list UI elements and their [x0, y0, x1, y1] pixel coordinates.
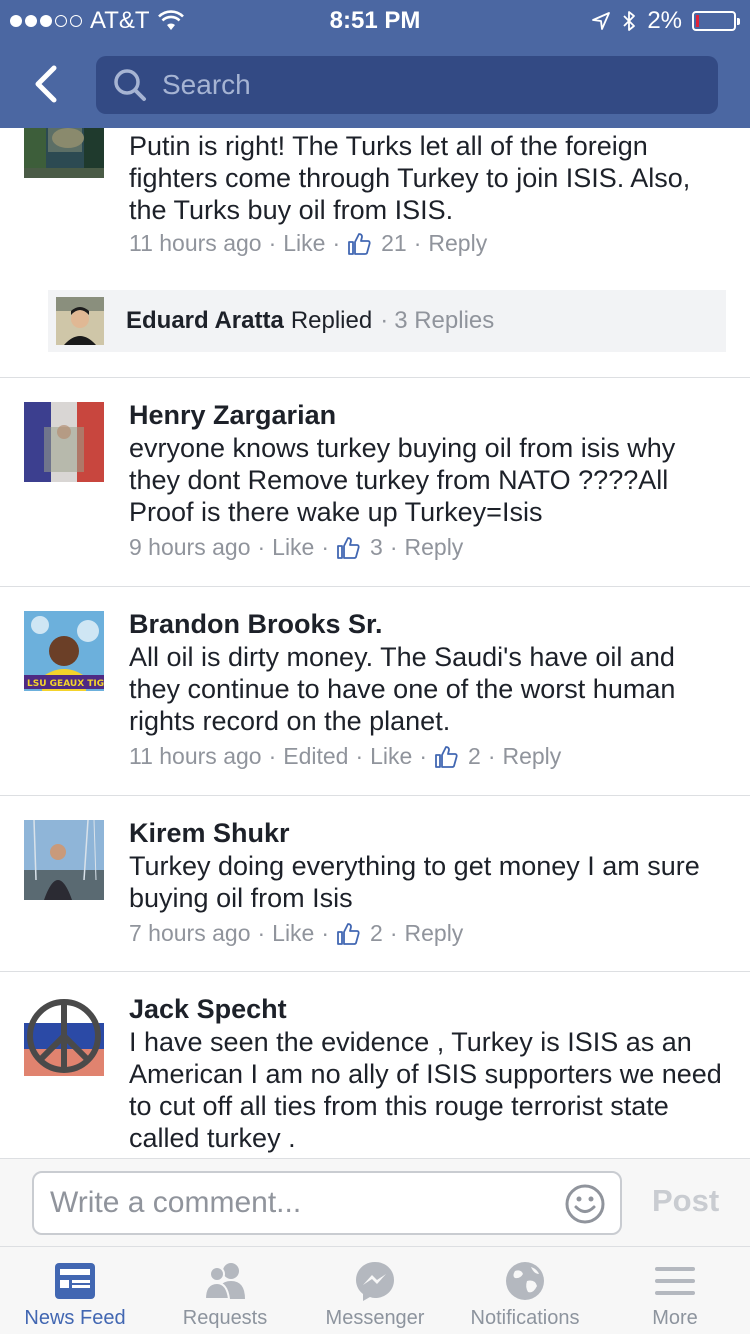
- like-count: 3: [370, 534, 383, 560]
- reply-author[interactable]: Eduard Aratta: [126, 307, 284, 335]
- comment-text: Turkey doing everything to get money I a…: [129, 851, 700, 913]
- comment-item: Jack Specht I have seen the evidence , T…: [0, 972, 750, 1158]
- comment-author[interactable]: Henry Zargarian: [129, 400, 336, 431]
- reply-count-prefix: ·: [380, 307, 389, 334]
- thumbs-up-icon: [348, 232, 371, 255]
- requests-icon: [203, 1263, 245, 1300]
- reply-link[interactable]: Reply: [502, 743, 561, 770]
- comment-item: Putin is right! The Turks let all of the…: [0, 128, 750, 378]
- comment-text: evryone knows turkey buying oil from isi…: [129, 433, 676, 527]
- search-bar[interactable]: Search: [96, 56, 718, 114]
- news-feed-icon: [55, 1263, 95, 1299]
- comment-time: 7 hours ago: [129, 920, 251, 946]
- emoji-icon[interactable]: [564, 1183, 606, 1225]
- avatar[interactable]: [24, 820, 104, 900]
- reply-link[interactable]: Reply: [405, 534, 464, 561]
- like-count: 21: [381, 230, 407, 256]
- thumbs-up-icon: [435, 745, 458, 768]
- like-link[interactable]: Like: [272, 534, 314, 561]
- comment-item: LSU GEAUX TIGERS! Brandon Brooks Sr. All…: [0, 587, 750, 796]
- like-link[interactable]: Like: [283, 230, 325, 257]
- comment-text: I have seen the evidence , Turkey is ISI…: [129, 1027, 722, 1153]
- comment-input-placeholder: Write a comment...: [50, 1186, 302, 1219]
- status-right: 2%: [591, 7, 740, 35]
- comment-composer: Write a comment... Post: [0, 1158, 750, 1246]
- thumbs-up-icon: [337, 536, 360, 559]
- location-arrow-icon: [592, 12, 611, 30]
- search-icon: [114, 69, 146, 101]
- comment-time: 11 hours ago: [129, 743, 262, 769]
- comment-text: All oil is dirty money. The Saudi's have…: [129, 642, 676, 736]
- like-count: 2: [468, 743, 481, 769]
- comment-meta: 11 hours ago · Edited · Like · 2 · Reply: [129, 743, 562, 770]
- comment-author[interactable]: Brandon Brooks Sr.: [129, 609, 383, 640]
- comment-time: 9 hours ago: [129, 534, 251, 560]
- comment-meta: 11 hours ago · Like · 21 · Reply: [129, 230, 488, 257]
- tab-more[interactable]: More: [600, 1247, 750, 1334]
- comment-item: Kirem Shukr Turkey doing everything to g…: [0, 796, 750, 972]
- comment-time: 11 hours ago: [129, 230, 262, 256]
- post-button[interactable]: Post: [652, 1183, 719, 1219]
- avatar[interactable]: [24, 996, 104, 1076]
- back-arrow-icon[interactable]: [28, 62, 62, 106]
- avatar[interactable]: [24, 402, 104, 482]
- comment-author[interactable]: Jack Specht: [129, 994, 287, 1025]
- reply-action: Replied: [290, 307, 373, 334]
- tab-label: News Feed: [24, 1307, 126, 1329]
- bluetooth-icon: [623, 11, 636, 31]
- comment-input[interactable]: Write a comment...: [32, 1171, 622, 1235]
- replies-preview[interactable]: Eduard Aratta Replied · 3 Replies: [48, 290, 726, 352]
- tab-messenger[interactable]: Messenger: [300, 1247, 450, 1334]
- comment-text: Putin is right! The Turks let all of the…: [129, 131, 691, 225]
- tab-bar: News Feed Requests Messenger Notificatio…: [0, 1246, 750, 1334]
- comment-author[interactable]: Kirem Shukr: [129, 818, 290, 849]
- battery-percent: 2%: [647, 7, 682, 34]
- avatar-caption: LSU GEAUX TIGERS!: [27, 679, 104, 689]
- avatar[interactable]: LSU GEAUX TIGERS!: [24, 611, 104, 691]
- like-link[interactable]: Like: [370, 743, 412, 770]
- reply-avatar: [56, 297, 104, 345]
- comment-item: Henry Zargarian evryone knows turkey buy…: [0, 378, 750, 586]
- tab-label: More: [652, 1307, 698, 1329]
- like-count: 2: [370, 920, 383, 946]
- tab-label: Requests: [182, 1307, 268, 1329]
- tab-news-feed[interactable]: News Feed: [0, 1247, 150, 1334]
- status-bar: AT&T 8:51 PM 2%: [0, 0, 750, 40]
- globe-icon: [506, 1262, 544, 1300]
- comment-list: Putin is right! The Turks let all of the…: [0, 128, 750, 1158]
- reply-count[interactable]: 3 Replies: [394, 307, 494, 335]
- edited-label[interactable]: Edited: [283, 743, 348, 770]
- battery-icon: [692, 11, 740, 31]
- tab-label: Notifications: [470, 1307, 580, 1329]
- like-link[interactable]: Like: [272, 920, 314, 947]
- comment-meta: 7 hours ago · Like · 2 · Reply: [129, 920, 464, 947]
- tab-label: Messenger: [325, 1307, 425, 1329]
- search-placeholder: Search: [162, 69, 251, 100]
- avatar[interactable]: [24, 128, 104, 178]
- reply-link[interactable]: Reply: [428, 230, 487, 257]
- comment-meta: 9 hours ago · Like · 3 · Reply: [129, 534, 464, 561]
- reply-link[interactable]: Reply: [405, 920, 464, 947]
- nav-bar: Search: [0, 40, 750, 128]
- thumbs-up-icon: [337, 922, 360, 945]
- messenger-icon: [356, 1262, 394, 1301]
- menu-icon: [655, 1267, 695, 1295]
- tab-notifications[interactable]: Notifications: [450, 1247, 600, 1334]
- tab-requests[interactable]: Requests: [150, 1247, 300, 1334]
